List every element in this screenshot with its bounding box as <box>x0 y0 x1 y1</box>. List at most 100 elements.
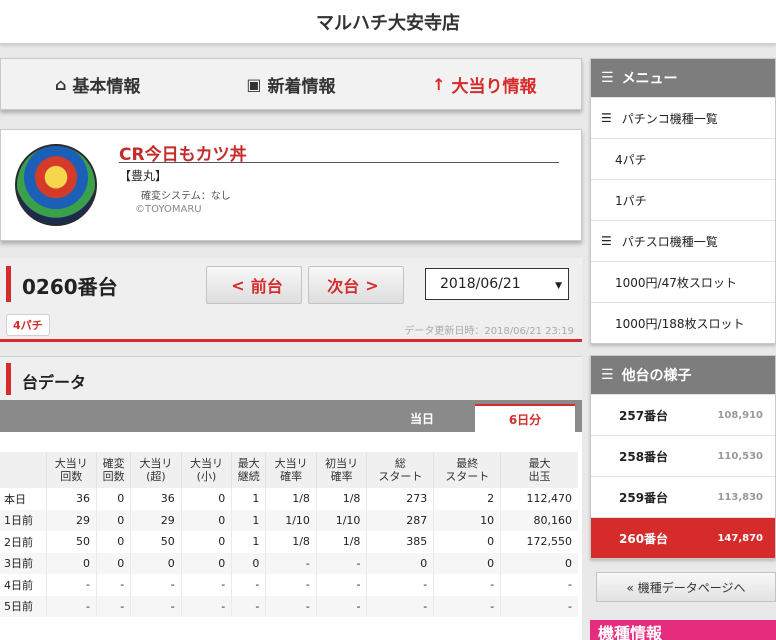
table-cell: 0 <box>180 531 232 553</box>
menu-category[interactable]: ☰ パチスロ機種一覧 <box>591 220 775 261</box>
machine-maker: 【豊丸】 <box>119 169 168 183</box>
list-icon: ☰ <box>601 367 614 383</box>
table-cell: - <box>265 595 317 617</box>
table-cell: - <box>45 595 97 617</box>
table-cell: 0 <box>180 509 232 531</box>
column-header-line: 確率 <box>330 470 353 483</box>
table-cell: 172,550 <box>500 531 578 553</box>
table-cell: 1 <box>231 488 266 510</box>
other-unit-item[interactable]: 259番台 113,830 <box>591 476 775 517</box>
column-header-line: 継続 <box>237 470 260 483</box>
table-cell: - <box>500 574 578 596</box>
unit-value: 108,910 <box>717 409 763 421</box>
table-cell: - <box>366 595 434 617</box>
accent-bar <box>6 363 11 395</box>
column-header-line: 大当リ <box>274 457 308 470</box>
table-cell: - <box>231 595 266 617</box>
nav-basic-info[interactable]: ⌂ 基本情報 <box>1 59 194 109</box>
data-table: 大当リ 回数 確変 回数 大当リ (超) 大当リ (小) 最大 継続 大当リ 確率 初当リ 確率総スタート… <box>0 452 578 617</box>
nav-news[interactable]: ▣ 新着情報 <box>194 59 387 109</box>
tab-six-days[interactable]: 6日分 <box>475 404 575 432</box>
table-cell: 50 <box>130 531 182 553</box>
column-header-line: スタート <box>445 470 490 483</box>
menu-item[interactable]: 1パチ <box>591 179 775 220</box>
nav-jackpot-info[interactable]: ↑ 大当り情報 <box>388 59 581 109</box>
table-cell: 36 <box>130 488 182 510</box>
date-value: 2018/06/21 <box>440 276 521 292</box>
column-header: 確変 回数 <box>96 452 131 488</box>
divider <box>119 162 559 163</box>
table-row: 5日前 - - - - - - - - - - <box>0 595 578 617</box>
table-cell: - <box>265 574 317 596</box>
prev-unit-button[interactable]: < 前台 <box>206 266 302 304</box>
column-header: 総スタート <box>366 452 434 488</box>
unit-value: 113,830 <box>717 491 763 503</box>
updated-time: データ更新日時：2018/06/21 23:19 <box>404 326 574 337</box>
column-header-line: 最大 <box>237 457 260 470</box>
news-icon: ▣ <box>246 74 262 94</box>
menu-item-label: 1000円/188枚スロット <box>615 316 745 331</box>
table-body: 本日 36 0 36 0 1 1/8 1/8 273 2 112,470 1日前 29 0 29 0 1 1/10… <box>0 488 578 617</box>
table-cell: 2 <box>433 488 501 510</box>
other-unit-item[interactable]: 260番台 147,870 <box>591 517 775 558</box>
column-header-line: (小) <box>196 470 217 483</box>
menu-block: ☰ メニュー ☰ パチンコ機種一覧 4パチ 1パチ ☰ パチスロ機種一覧 1000円/47枚… <box>590 58 776 344</box>
menu-header: ☰ メニュー <box>591 59 775 97</box>
menu-item[interactable]: 4パチ <box>591 138 775 179</box>
sidebar: ☰ メニュー ☰ パチンコ機種一覧 4パチ 1パチ ☰ パチスロ機種一覧 1000円/47枚… <box>590 58 776 559</box>
other-unit-item[interactable]: 257番台 108,910 <box>591 394 775 435</box>
table-cell: 1/8 <box>265 488 317 510</box>
next-unit-button[interactable]: 次台 > <box>308 266 404 304</box>
column-header-line: (超) <box>146 470 166 483</box>
unit-value: 110,530 <box>717 450 763 462</box>
table-cell: - <box>433 595 501 617</box>
back-to-machine-data-button[interactable]: « 機種データページへ <box>596 572 776 602</box>
tab-today[interactable]: 当日 <box>372 404 472 432</box>
data-title: 台データ <box>22 373 87 392</box>
column-header-line: 大当リ <box>54 457 88 470</box>
column-header: 大当リ 確率 <box>265 452 317 488</box>
table-cell: - <box>231 574 266 596</box>
main-nav: ⌂ 基本情報 ▣ 新着情報 ↑ 大当り情報 <box>0 58 582 110</box>
other-unit-item[interactable]: 258番台 110,530 <box>591 435 775 476</box>
table-row: 2日前 50 0 50 0 1 1/8 1/8 385 0 172,550 <box>0 531 578 553</box>
table-cell: 1/8 <box>265 531 317 553</box>
menu-title: メニュー <box>621 71 678 87</box>
machine-info-banner[interactable]: 機種情報 <box>590 620 776 640</box>
next-unit-label: 次台 <box>327 277 360 296</box>
menu-items: ☰ パチンコ機種一覧 4パチ 1パチ ☰ パチスロ機種一覧 1000円/47枚スロット 100… <box>591 97 775 343</box>
column-header: 最大 出玉 <box>500 452 578 488</box>
menu-category[interactable]: ☰ パチンコ機種一覧 <box>591 97 775 138</box>
row-label: 2日前 <box>4 535 33 549</box>
column-header-line: 最大 <box>528 457 551 470</box>
unit-header-card: 0260番台 < 前台 次台 > 2018/06/21 ▼ 4パチ データ更新日… <box>0 258 582 342</box>
table-cell: - <box>315 552 367 574</box>
table-cell: 50 <box>45 531 97 553</box>
table-row: 本日 36 0 36 0 1 1/8 1/8 273 2 112,470 <box>0 488 578 510</box>
column-header-line: 総 <box>394 457 406 470</box>
accent-bar <box>6 266 11 302</box>
row-label: 1日前 <box>0 509 46 531</box>
column-header-line: 大当リ <box>189 457 223 470</box>
unit-value: 147,870 <box>717 532 763 544</box>
date-select[interactable]: 2018/06/21 ▼ <box>425 268 569 300</box>
chevron-left-icon: < <box>231 275 245 295</box>
column-header: 最終 スタート <box>433 452 501 488</box>
table-cell: 29 <box>130 509 182 531</box>
data-header: 台データ <box>0 356 582 400</box>
menu-item[interactable]: 1000円/47枚スロット <box>591 261 775 302</box>
column-header: 最大 継続 <box>231 452 266 488</box>
arrow-up-icon: ↑ <box>432 74 446 94</box>
column-header: 大当リ (小) <box>180 452 232 488</box>
table-cell: 0 <box>130 552 182 574</box>
caret-down-icon: ▼ <box>555 281 562 291</box>
other-units-block: ☰ 他台の様子 257番台 108,910 258番台 110,530 259番台 113… <box>590 355 776 559</box>
store-title: マルハチ大安寺店 <box>316 12 460 34</box>
unit-label: 260番台 <box>619 531 669 546</box>
unit-label: 258番台 <box>619 449 669 464</box>
menu-item[interactable]: 1000円/188枚スロット <box>591 302 775 343</box>
nav-label: 大当り情報 <box>451 76 537 97</box>
data-tabs: 当日 6日分 <box>0 400 582 432</box>
unit-data-card: 台データ 当日 6日分 大当リ 回数 確変 回数 大当リ (超) 大当リ (小) 最大 継続 大当リ… <box>0 356 582 640</box>
table-header-row: 大当リ 回数 確変 回数 大当リ (超) 大当リ (小) 最大 継続 大当リ 確率 初当リ 確率総スタート… <box>0 452 578 488</box>
